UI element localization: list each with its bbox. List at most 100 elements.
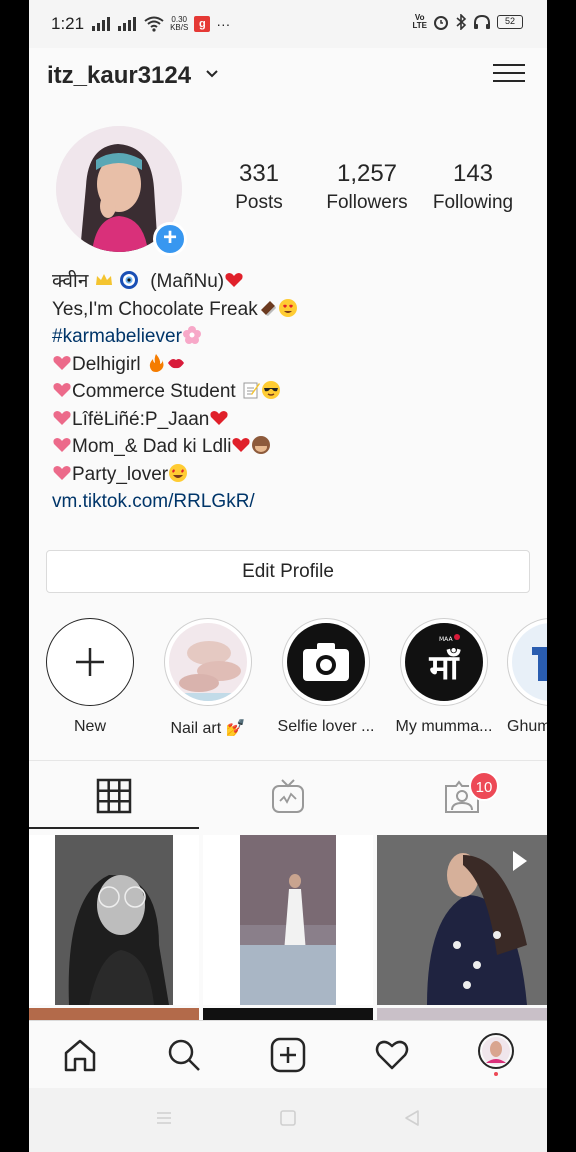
cherry-blossom-icon <box>182 326 201 344</box>
highlight-label: Nail art 💅 <box>170 720 246 737</box>
bio-line-2: Yes,I'm Chocolate Freak <box>52 296 532 324</box>
bio-line-3: #karmabeliever <box>52 323 532 351</box>
post-thumbnail[interactable] <box>29 835 199 1005</box>
profile-header: itz_kaur3124 <box>29 48 547 104</box>
tagged-notification-badge: 10 <box>469 771 499 801</box>
bio-line-9: vm.tiktok.com/RRLGkR/ <box>52 488 532 516</box>
bluetooth-icon <box>456 14 467 30</box>
highlight-nail-art[interactable]: Nail art 💅 <box>153 618 263 738</box>
active-tab-indicator <box>29 827 199 829</box>
highlight-selfie-lover[interactable]: Selfie lover ... <box>271 618 381 736</box>
system-navigation-bar <box>29 1088 547 1152</box>
star-struck-icon <box>169 463 188 482</box>
red-heart-icon <box>225 273 243 287</box>
sunglasses-icon <box>261 381 280 399</box>
stat-followers[interactable]: 1,257 Followers <box>317 160 417 214</box>
heart-icon-small <box>53 383 71 397</box>
bio-hashtag-link[interactable]: #karmabeliever <box>52 326 182 347</box>
bio-website-link[interactable]: vm.tiktok.com/RRLGkR/ <box>52 491 255 512</box>
highlight-label: Ghum <box>507 718 547 735</box>
igtv-icon <box>272 779 304 813</box>
heart-eyes-icon <box>278 298 297 317</box>
highlight-my-mumma[interactable]: MAA माँ My mumma... <box>389 618 499 736</box>
bio-family-text: Mom_& Dad ki Ldli <box>72 436 232 457</box>
system-home-icon[interactable] <box>278 1108 298 1128</box>
bio-delhi-text: Delhigirl <box>72 353 141 375</box>
bio-life-text: LîfëLiñé:P_Jaan <box>72 408 210 430</box>
status-bar: 1:21 0.30 KB/S g ··· Vo LTE 52 <box>29 0 547 48</box>
back-icon[interactable] <box>402 1108 422 1128</box>
chevron-down-icon[interactable] <box>205 67 219 81</box>
bio-nickname: (MañNu) <box>150 271 225 292</box>
followers-label: Followers <box>326 192 408 213</box>
more-notifications: ··· <box>216 16 231 32</box>
kiss-lips-icon <box>167 358 184 368</box>
plus-icon <box>76 648 104 676</box>
bio-chocolate-text: Yes,I'm Chocolate Freak <box>52 298 258 320</box>
bio-party-text: Party_lover <box>72 463 169 485</box>
fire-icon <box>149 353 164 372</box>
heart-icon-small <box>53 410 71 425</box>
memo-icon <box>243 382 260 399</box>
tab-tagged[interactable] <box>377 761 547 831</box>
nav-search[interactable] <box>162 1033 206 1077</box>
following-count: 143 <box>452 160 494 187</box>
highlight-ghum[interactable]: Ghum <box>507 618 547 736</box>
menu-icon[interactable] <box>493 58 525 88</box>
posts-grid <box>29 832 547 1012</box>
speed-unit: KB/S <box>170 23 189 32</box>
tab-igtv[interactable] <box>203 761 373 831</box>
app-notification-icon: g <box>194 16 211 32</box>
phone-screen: 1:21 0.30 KB/S g ··· Vo LTE 52 itz_kaur3… <box>29 0 547 1152</box>
tab-grid[interactable] <box>29 761 199 831</box>
content-tabs: 10 <box>29 761 547 831</box>
wifi-icon <box>144 16 164 32</box>
highlight-label: My mumma... <box>395 718 493 735</box>
maa-small-text: MAA <box>439 636 453 643</box>
bio-commerce-text: Commerce Student <box>72 381 236 402</box>
highlight-label: Selfie lover ... <box>277 718 375 735</box>
add-story-button[interactable]: + <box>153 222 187 256</box>
heart-icon-small <box>53 438 71 452</box>
home-icon <box>64 1039 96 1072</box>
edit-profile-button[interactable]: Edit Profile <box>46 550 530 593</box>
crown-icon <box>95 274 112 285</box>
username-switcher[interactable]: itz_kaur3124 <box>47 62 191 90</box>
nail-art-thumbnail <box>169 623 247 701</box>
followers-count: 1,257 <box>336 160 398 187</box>
camera-icon <box>303 643 349 681</box>
volte-icon: Vo LTE <box>412 14 427 30</box>
headphones-icon <box>474 14 490 29</box>
bio-queen-text: क्वीन <box>52 271 89 292</box>
stat-posts[interactable]: 331 Posts <box>219 160 299 214</box>
chocolate-icon <box>260 300 276 316</box>
highlight-label: New <box>73 718 106 735</box>
nav-new-post[interactable] <box>266 1033 310 1077</box>
bio-line-5: Commerce Student <box>52 378 532 406</box>
nav-activity[interactable] <box>370 1033 414 1077</box>
highlight-new[interactable]: New <box>35 618 145 736</box>
signal-icon-2 <box>118 17 137 31</box>
heart-icon-small <box>53 355 71 370</box>
profile-avatar-icon <box>478 1033 514 1076</box>
posts-count: 331 <box>238 160 280 187</box>
battery-icon: 52 <box>497 15 523 29</box>
bio-line-1: क्वीन (MañNu) <box>52 268 532 296</box>
bio-line-8: Party_lover <box>52 461 532 489</box>
recents-icon[interactable] <box>154 1108 174 1128</box>
network-speed: 0.30 KB/S <box>170 16 188 32</box>
evil-eye-icon <box>119 271 138 289</box>
post-thumbnail[interactable] <box>377 835 547 1005</box>
alarm-icon <box>434 16 448 30</box>
posts-label: Posts <box>235 192 283 213</box>
stat-following[interactable]: 143 Following <box>425 160 521 214</box>
post-thumbnail[interactable] <box>203 835 373 1005</box>
status-time: 1:21 <box>51 14 85 33</box>
add-post-icon <box>270 1037 306 1073</box>
heart-icon <box>375 1040 409 1070</box>
nav-profile[interactable] <box>474 1033 518 1077</box>
maa-big-text: माँ <box>428 647 461 688</box>
ghum-thumbnail <box>532 647 547 681</box>
nav-home[interactable] <box>58 1033 102 1077</box>
following-label: Following <box>432 192 514 213</box>
